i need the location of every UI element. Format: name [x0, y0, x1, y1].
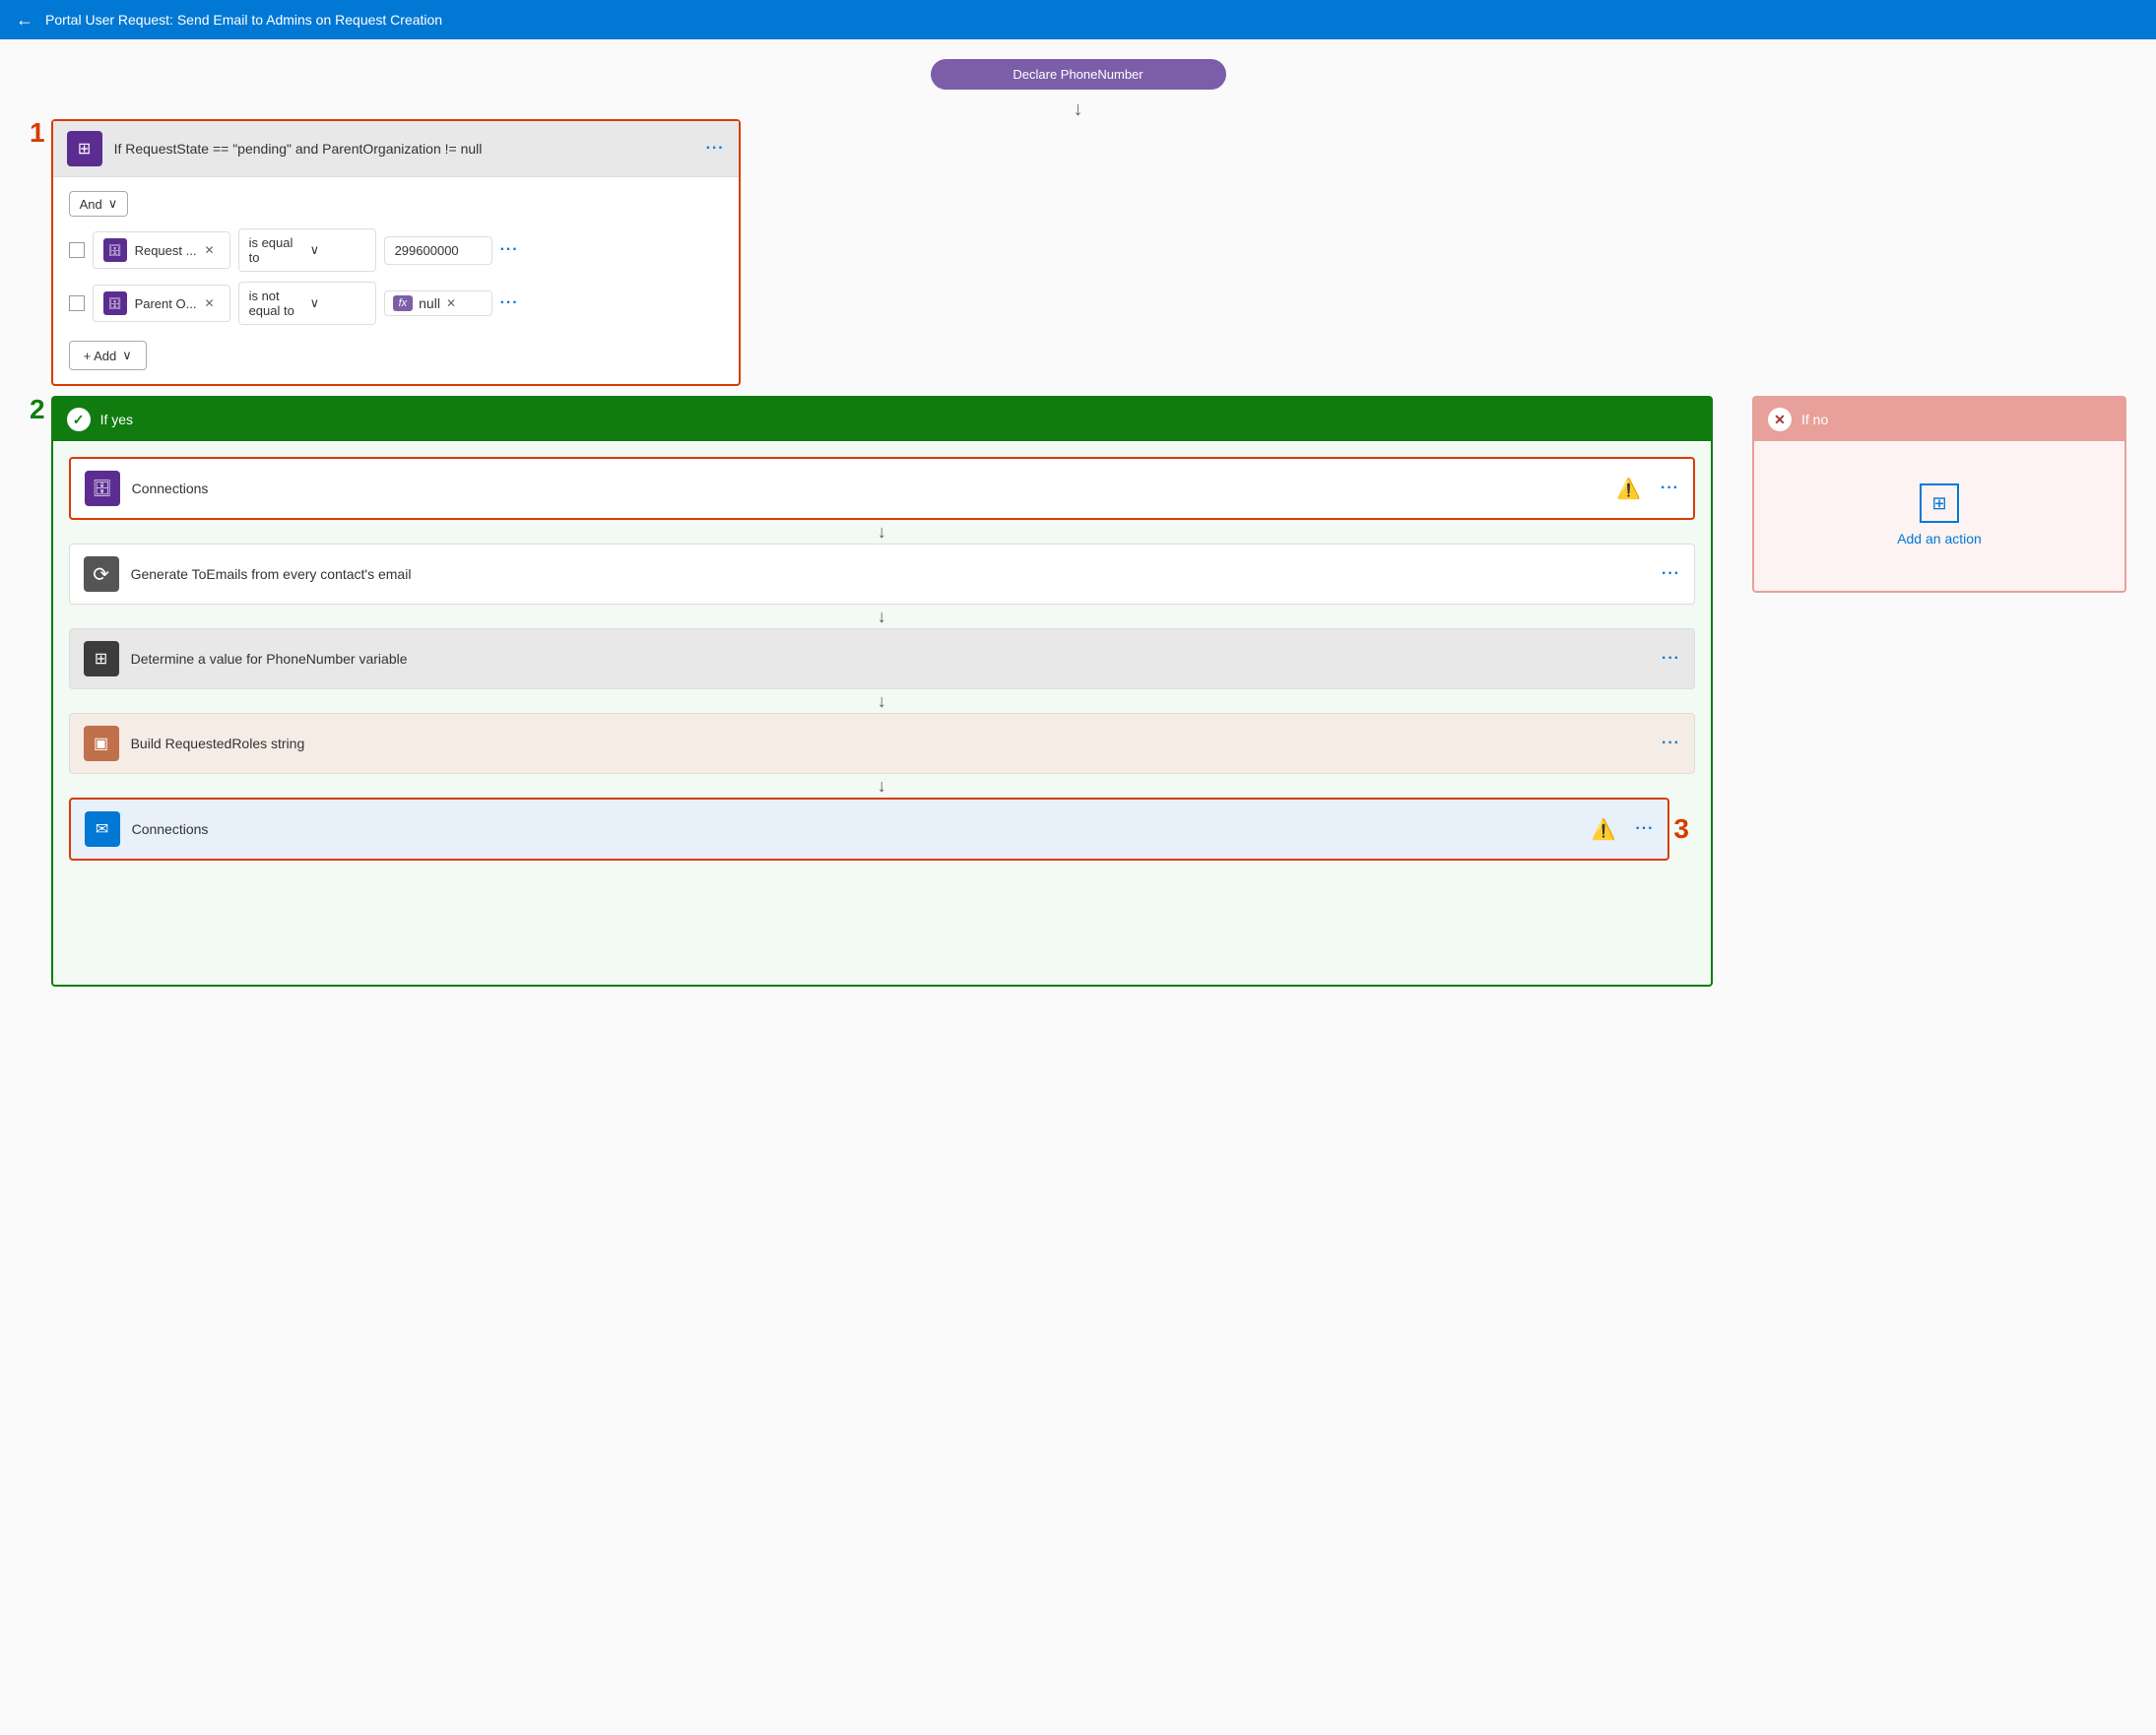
condition-row-2: 🗄 Parent O... ✕ is not equal to ∨ fx nul…	[69, 282, 723, 325]
field-close-1[interactable]: ✕	[204, 243, 214, 257]
no-label: If no	[1801, 412, 2111, 427]
condition-more-2[interactable]: ···	[500, 294, 519, 312]
fx-badge: fx	[393, 295, 414, 311]
and-label: And	[80, 197, 102, 212]
operator-chevron-1: ∨	[310, 242, 365, 258]
condition-field-1[interactable]: 🗄 Request ... ✕	[93, 231, 230, 269]
declare-block: Declare PhoneNumber	[30, 59, 2126, 90]
add-action-icon: ⊞	[1920, 483, 1959, 523]
condition-value-fx-2[interactable]: fx null ✕	[384, 290, 492, 316]
yes-check-icon: ✓	[67, 408, 91, 431]
add-row-label: + Add	[84, 349, 117, 363]
no-header: ✕ If no	[1754, 398, 2124, 441]
action-icon-generate: ⟳	[84, 556, 119, 592]
warning-icon-1: ⚠️	[1616, 477, 1641, 501]
condition-more-1[interactable]: ···	[500, 241, 519, 259]
split-container: 2 ✓ If yes 🗄 Connections ⚠️ ···	[30, 396, 2126, 987]
action-icon-build: ▣	[84, 726, 119, 761]
add-row-chevron: ∨	[122, 348, 132, 363]
top-bar: ← Portal User Request: Send Email to Adm…	[0, 0, 2156, 39]
action-icon-connections-1: 🗄	[85, 471, 120, 506]
declare-pill[interactable]: Declare PhoneNumber	[931, 59, 1226, 90]
field-icon-1: 🗄	[103, 238, 127, 262]
action-more-2[interactable]: ···	[1662, 565, 1680, 583]
add-action-label: Add an action	[1897, 531, 1982, 546]
yes-label: If yes	[100, 412, 1697, 427]
block-connector-2	[69, 605, 1695, 628]
fx-value-label: null	[419, 295, 440, 311]
action-icon-connections-2: ✉	[85, 811, 120, 847]
condition-field-2[interactable]: 🗄 Parent O... ✕	[93, 285, 230, 322]
condition-checkbox-1[interactable]	[69, 242, 85, 258]
if-icon: ⊞	[67, 131, 102, 166]
action-title-build: Build RequestedRoles string	[131, 736, 1650, 751]
step-number-1: 1	[30, 119, 45, 147]
action-title-determine: Determine a value for PhoneNumber variab…	[131, 651, 1650, 667]
and-badge[interactable]: And ∨	[69, 191, 129, 217]
action-title-generate: Generate ToEmails from every contact's e…	[131, 566, 1650, 582]
block-connector-4	[69, 774, 1695, 798]
no-content: ⊞ Add an action	[1754, 441, 2124, 589]
yes-section: ✓ If yes 🗄 Connections ⚠️ ··· ⟳	[51, 396, 1713, 987]
block-connector-1	[69, 520, 1695, 544]
no-x-icon: ✕	[1768, 408, 1792, 431]
action-block-connections-1[interactable]: 🗄 Connections ⚠️ ···	[69, 457, 1695, 520]
and-chevron: ∨	[108, 196, 118, 212]
condition-value-1[interactable]: 299600000	[384, 236, 492, 265]
action-icon-determine: ⊞	[84, 641, 119, 676]
fx-close[interactable]: ✕	[446, 296, 456, 310]
action-more-4[interactable]: ···	[1662, 735, 1680, 752]
yes-wrapper: 2 ✓ If yes 🗄 Connections ⚠️ ···	[30, 396, 1732, 987]
action-block-connections-2[interactable]: ✉ Connections ⚠️ ···	[69, 798, 1670, 861]
field-icon-2: 🗄	[103, 291, 127, 315]
action-block-generate[interactable]: ⟳ Generate ToEmails from every contact's…	[69, 544, 1695, 605]
action-row-5: ✉ Connections ⚠️ ··· 3	[69, 798, 1695, 861]
condition-row-1: 🗄 Request ... ✕ is equal to ∨ 299600000 …	[69, 228, 723, 272]
add-action-button[interactable]: ⊞ Add an action	[1897, 483, 1982, 546]
step-number-3: 3	[1673, 815, 1689, 843]
page-title: Portal User Request: Send Email to Admin…	[45, 12, 442, 28]
warning-icon-2: ⚠️	[1592, 817, 1616, 842]
action-more-3[interactable]: ···	[1662, 650, 1680, 668]
connector-arrow-1	[30, 90, 2126, 119]
if-condition-card: ⊞ If RequestState == "pending" and Paren…	[51, 119, 741, 386]
action-block-determine[interactable]: ⊞ Determine a value for PhoneNumber vari…	[69, 628, 1695, 689]
canvas: Declare PhoneNumber 1 ⊞ If RequestState …	[0, 39, 2156, 1735]
yes-content: 🗄 Connections ⚠️ ··· ⟳ Generate ToEmails…	[53, 441, 1711, 876]
if-more-button[interactable]: ···	[706, 140, 725, 158]
condition-operator-2[interactable]: is not equal to ∨	[238, 282, 376, 325]
field-label-2: Parent O...	[135, 296, 197, 311]
field-close-2[interactable]: ✕	[204, 296, 214, 310]
if-title: If RequestState == "pending" and ParentO…	[114, 141, 706, 157]
block-connector-3	[69, 689, 1695, 713]
no-section: ✕ If no ⊞ Add an action	[1752, 396, 2126, 593]
condition-operator-1[interactable]: is equal to ∨	[238, 228, 376, 272]
operator-label-1: is equal to	[249, 235, 304, 265]
action-more-1[interactable]: ···	[1661, 480, 1679, 497]
if-condition-header: ⊞ If RequestState == "pending" and Paren…	[53, 121, 739, 177]
action-more-5[interactable]: ···	[1635, 820, 1654, 838]
condition-body: And ∨ 🗄 Request ... ✕ is equal to ∨	[53, 177, 739, 384]
back-button[interactable]: ←	[16, 10, 33, 31]
operator-chevron-2: ∨	[310, 295, 365, 311]
field-label-1: Request ...	[135, 243, 197, 258]
operator-label-2: is not equal to	[249, 289, 304, 318]
action-title-connections-2: Connections	[132, 821, 1580, 837]
action-block-build[interactable]: ▣ Build RequestedRoles string ···	[69, 713, 1695, 774]
condition-checkbox-2[interactable]	[69, 295, 85, 311]
step-number-2: 2	[30, 396, 45, 423]
if-condition-container: 1 ⊞ If RequestState == "pending" and Par…	[30, 119, 2126, 386]
action-title-connections-1: Connections	[132, 481, 1605, 496]
add-row-button[interactable]: + Add ∨	[69, 341, 147, 370]
yes-header: ✓ If yes	[53, 398, 1711, 441]
